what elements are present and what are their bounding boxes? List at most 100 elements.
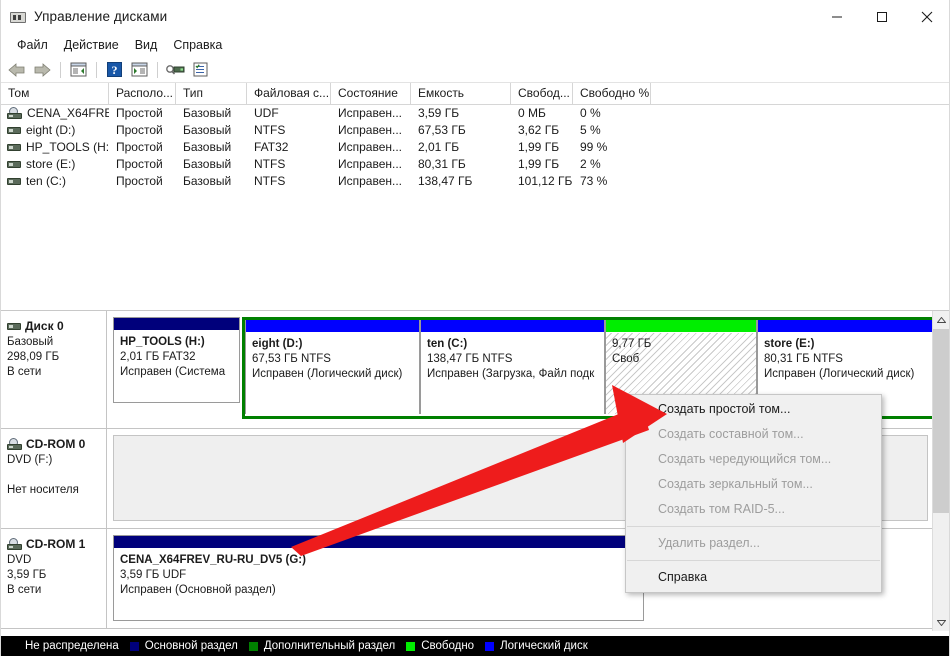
partition-status: Исправен (Система bbox=[120, 365, 234, 380]
menu-help[interactable]: Справка bbox=[165, 36, 230, 54]
partition-size: 3,59 ГБ UDF bbox=[120, 568, 638, 583]
legend-unallocated: Не распределена bbox=[9, 640, 119, 652]
context-menu-separator bbox=[627, 560, 880, 561]
volume-column-header[interactable]: Файловая с... bbox=[247, 83, 331, 105]
disk-title-label: Диск 0 bbox=[25, 319, 64, 334]
legend-swatch bbox=[129, 641, 140, 652]
ctx-new-spanned-volume: Создать составной том... bbox=[626, 422, 881, 447]
ctx-new-striped-volume: Создать чередующийся том... bbox=[626, 447, 881, 472]
volume-cell-layout: Простой bbox=[109, 122, 176, 139]
volume-cell-capacity: 2,01 ГБ bbox=[411, 139, 511, 156]
partition-ten[interactable]: ten (C:)138,47 ГБ NTFSИсправен (Загрузка… bbox=[420, 320, 605, 414]
partition-text: store (E:)80,31 ГБ NTFSИсправен (Логичес… bbox=[758, 333, 932, 382]
disk-title: Диск 0 bbox=[7, 319, 106, 334]
partition-label: ten (C:) bbox=[427, 337, 599, 352]
disk-title: CD-ROM 1 bbox=[7, 537, 106, 552]
help-icon[interactable]: ? bbox=[102, 59, 126, 81]
close-button[interactable] bbox=[904, 0, 949, 33]
table-row[interactable]: HP_TOOLS (H:)ПростойБазовыйFAT32Исправен… bbox=[1, 139, 949, 156]
partition-text: eight (D:)67,53 ГБ NTFSИсправен (Логичес… bbox=[246, 333, 419, 382]
forward-arrow-icon[interactable] bbox=[30, 59, 54, 81]
partition-status: Исправен (Основной раздел) bbox=[120, 583, 638, 598]
partition-text: 9,77 ГБСвоб bbox=[606, 333, 756, 367]
menu-file[interactable]: Файл bbox=[9, 36, 56, 54]
disk-info-cdrom-1[interactable]: CD-ROM 1DVD3,59 ГБВ сети bbox=[1, 529, 107, 628]
menu-view[interactable]: Вид bbox=[127, 36, 166, 54]
title-bar: Управление дисками bbox=[1, 0, 949, 33]
disk-title-label: CD-ROM 1 bbox=[26, 537, 85, 552]
disk-line2 bbox=[7, 468, 106, 483]
drive-icon bbox=[7, 160, 21, 169]
volume-column-header[interactable]: Емкость bbox=[411, 83, 511, 105]
maximize-button[interactable] bbox=[859, 0, 904, 33]
volume-cell-layout: Простой bbox=[109, 105, 176, 122]
scrollbar-thumb[interactable] bbox=[933, 329, 949, 513]
volume-cell-type: Базовый bbox=[176, 139, 247, 156]
volume-cell-free: 1,99 ГБ bbox=[511, 156, 573, 173]
volume-column-header[interactable]: Свобод... bbox=[511, 83, 573, 105]
graphical-view-scrollbar[interactable] bbox=[932, 311, 949, 631]
disk-management-window: Управление дисками Файл Действие Вид Спр… bbox=[0, 0, 950, 656]
properties-icon[interactable] bbox=[188, 59, 212, 81]
volume-cell-type: Базовый bbox=[176, 156, 247, 173]
partition-cena-dvd[interactable]: CENA_X64FREV_RU-RU_DV5 (G:)3,59 ГБ UDFИс… bbox=[113, 535, 644, 621]
partition-color-bar bbox=[758, 320, 932, 333]
volume-column-header[interactable]: Состояние bbox=[331, 83, 411, 105]
volume-column-header[interactable]: Том bbox=[1, 83, 109, 105]
volume-cell-filesystem: NTFS bbox=[247, 122, 331, 139]
table-row[interactable]: CENA_X64FRE...ПростойБазовыйUDFИсправен.… bbox=[1, 105, 949, 122]
disk-info-disk-0[interactable]: Диск 0Базовый298,09 ГБВ сети bbox=[1, 311, 107, 428]
volume-cell-free_pct: 5 % bbox=[573, 122, 651, 139]
drive-icon bbox=[7, 143, 21, 152]
volume-name: store (E:) bbox=[26, 156, 75, 173]
partition-eight[interactable]: eight (D:)67,53 ГБ NTFSИсправен (Логичес… bbox=[245, 320, 420, 414]
scroll-down-arrow-icon[interactable] bbox=[933, 614, 949, 631]
volume-column-header[interactable]: Тип bbox=[176, 83, 247, 105]
volume-cell-layout: Простой bbox=[109, 139, 176, 156]
show-hide-action-pane-icon[interactable] bbox=[127, 59, 151, 81]
context-menu[interactable]: Создать простой том...Создать составной … bbox=[625, 394, 882, 593]
volume-cell-free: 101,12 ГБ bbox=[511, 173, 573, 190]
table-row[interactable]: ten (C:)ПростойБазовыйNTFSИсправен...138… bbox=[1, 173, 949, 190]
volume-cell-filesystem: FAT32 bbox=[247, 139, 331, 156]
volume-column-header[interactable]: Свободно % bbox=[573, 83, 651, 105]
legend-logical-drive: Логический диск bbox=[484, 640, 588, 652]
volume-name: CENA_X64FRE... bbox=[27, 105, 109, 122]
volume-cell-free: 3,62 ГБ bbox=[511, 122, 573, 139]
drive-icon bbox=[7, 322, 21, 331]
legend-primary-partition: Основной раздел bbox=[129, 640, 238, 652]
volume-cell-free_pct: 73 % bbox=[573, 173, 651, 190]
disk-info-cdrom-0[interactable]: CD-ROM 0DVD (F:) Нет носителя bbox=[1, 429, 107, 528]
volume-cell-free_pct: 99 % bbox=[573, 139, 651, 156]
volume-name: ten (C:) bbox=[26, 173, 66, 190]
partition-status: Исправен (Логический диск) bbox=[764, 367, 930, 382]
partition-hp-tools[interactable]: HP_TOOLS (H:)2,01 ГБ FAT32Исправен (Сист… bbox=[113, 317, 240, 403]
menu-action[interactable]: Действие bbox=[56, 36, 127, 54]
disk-line2: 3,59 ГБ bbox=[7, 568, 106, 583]
table-row[interactable]: eight (D:)ПростойБазовыйNTFSИсправен...6… bbox=[1, 122, 949, 139]
partition-label: CENA_X64FREV_RU-RU_DV5 (G:) bbox=[120, 553, 638, 568]
partition-size: 67,53 ГБ NTFS bbox=[252, 352, 414, 367]
window-title: Управление дисками bbox=[34, 9, 167, 24]
ctx-delete-partition: Удалить раздел... bbox=[626, 531, 881, 556]
ctx-help[interactable]: Справка bbox=[626, 565, 881, 590]
volume-cell-status: Исправен... bbox=[331, 173, 411, 190]
minimize-button[interactable] bbox=[814, 0, 859, 33]
back-arrow-icon[interactable] bbox=[5, 59, 29, 81]
disk-title: CD-ROM 0 bbox=[7, 437, 106, 452]
rescan-disks-icon[interactable] bbox=[163, 59, 187, 81]
ctx-new-simple-volume[interactable]: Создать простой том... bbox=[626, 397, 881, 422]
partition-color-bar bbox=[114, 318, 239, 331]
volume-column-header[interactable]: Располо... bbox=[109, 83, 176, 105]
volume-name: eight (D:) bbox=[26, 122, 75, 139]
ctx-new-mirrored-volume: Создать зеркальный том... bbox=[626, 472, 881, 497]
legend-label: Дополнительный раздел bbox=[264, 640, 395, 652]
cdrom-icon bbox=[7, 438, 22, 451]
volume-cell-status: Исправен... bbox=[331, 122, 411, 139]
volume-table-header: ТомРасполо...ТипФайловая с...СостояниеЕм… bbox=[1, 83, 949, 105]
scroll-up-arrow-icon[interactable] bbox=[933, 311, 949, 328]
show-hide-console-tree-icon[interactable] bbox=[66, 59, 90, 81]
table-row[interactable]: store (E:)ПростойБазовыйNTFSИсправен...8… bbox=[1, 156, 949, 173]
toolbar-separator-3 bbox=[157, 62, 158, 78]
partition-color-bar bbox=[606, 320, 756, 333]
